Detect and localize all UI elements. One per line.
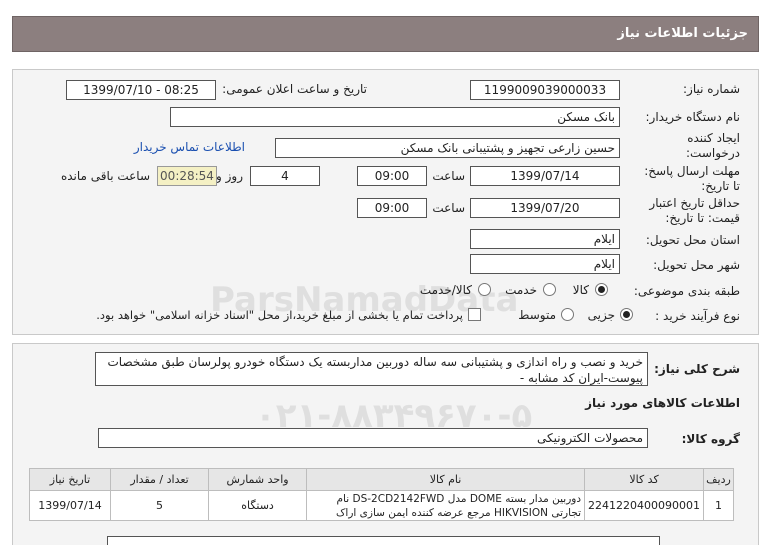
purchase-option-minor: جزیی [587, 308, 615, 322]
row-index: 1 [703, 490, 734, 521]
purchase-radio-medium[interactable] [561, 308, 574, 321]
treasury-payment-note: پرداخت تمام یا بخشی از مبلغ خرید،از محل … [96, 308, 463, 322]
category-option-service: خدمت [505, 283, 537, 297]
category-option-goods: کالا [572, 283, 589, 297]
creator-label-1: ایجاد کننده [687, 131, 740, 145]
row-code: 2241220400090001 [584, 490, 704, 521]
creator-field: حسین زارعی تجهیز و پشتیبانی بانک مسکن [275, 138, 620, 158]
purchase-radio-minor[interactable] [620, 308, 633, 321]
row-name: دوربین مدار بسته DOME مدل DS-2CD2142FWD … [306, 490, 586, 521]
page-header: جزئیات اطلاعات نیاز [12, 16, 759, 52]
general-desc-label: شرح کلی نیاز: [654, 362, 740, 376]
row-date: 1399/07/14 [28, 490, 112, 521]
buyer-org-label: نام دستگاه خریدار: [645, 110, 741, 124]
city-label: شهر محل تحویل: [653, 258, 740, 272]
province-field: ایلام [470, 229, 620, 249]
category-radio-goods[interactable] [595, 283, 608, 296]
col-code: کد کالا [584, 468, 704, 491]
city-field: ایلام [470, 254, 620, 274]
col-name: نام کالا [306, 468, 586, 491]
category-radio-service[interactable] [543, 283, 556, 296]
need-number-label: شماره نیاز: [683, 82, 740, 96]
page-title: جزئیات اطلاعات نیاز [617, 26, 748, 41]
category-label: طبقه بندی موضوعی: [633, 284, 740, 298]
validity-label-2: قیمت: تا تاریخ: [665, 211, 740, 225]
goods-info-title: اطلاعات کالاهای مورد نیاز [585, 396, 740, 410]
creator-label-2: درخواست: [686, 146, 740, 160]
category-option-goods-service: کالا/خدمت [419, 283, 472, 297]
goods-group-label: گروه کالا: [681, 432, 740, 446]
goods-table: ردیف کد کالا نام کالا واحد شمارش تعداد /… [28, 468, 734, 521]
validity-time-label: ساعت [432, 201, 465, 215]
category-radio-goods-service[interactable] [478, 283, 491, 296]
col-index: ردیف [703, 468, 734, 491]
goods-table-header: ردیف کد کالا نام کالا واحد شمارش تعداد /… [28, 468, 734, 491]
row-qty: 5 [110, 490, 210, 521]
buyer-org-field: بانک مسکن [170, 107, 620, 127]
row-unit: دستگاه [208, 490, 308, 521]
reply-date-field: 1399/07/14 [470, 166, 620, 186]
validity-date-field: 1399/07/20 [470, 198, 620, 218]
reply-deadline-label-2: تا تاریخ: [701, 179, 740, 193]
col-qty: تعداد / مقدار [110, 468, 210, 491]
reply-time-field: 09:00 [357, 166, 427, 186]
need-number-field: 1199009039000033 [470, 80, 620, 100]
days-label: روز و [216, 169, 243, 183]
reply-deadline-label-1: مهلت ارسال پاسخ: [644, 164, 740, 178]
reply-time-label: ساعت [432, 169, 465, 183]
purchase-option-medium: متوسط [518, 308, 556, 322]
remaining-label: ساعت باقی مانده [60, 169, 150, 183]
validity-time-field: 09:00 [357, 198, 427, 218]
remaining-time-field: 00:28:54 [157, 166, 217, 186]
col-unit: واحد شمارش [208, 468, 308, 491]
treasury-payment-checkbox[interactable] [468, 308, 481, 321]
col-date: تاریخ نیاز [28, 468, 112, 491]
announce-datetime-field: 1399/07/10 - 08:25 [66, 80, 216, 100]
remaining-days-field: 4 [250, 166, 320, 186]
buyer-contact-link[interactable]: اطلاعات تماس خریدار [134, 140, 245, 154]
buyer-notes-field [107, 536, 660, 545]
province-label: استان محل تحویل: [645, 233, 740, 247]
table-row: 1 2241220400090001 دوربین مدار بسته DOME… [28, 490, 734, 521]
goods-group-field: محصولات الکترونیکی [98, 428, 648, 448]
general-desc-field: خرید و نصب و راه اندازی و پشتیبانی سه سا… [95, 352, 648, 386]
validity-label-1: حداقل تاریخ اعتبار [649, 196, 740, 210]
announce-label: تاریخ و ساعت اعلان عمومی: [222, 82, 367, 96]
purchase-type-label: نوع فرآیند خرید : [655, 309, 740, 323]
